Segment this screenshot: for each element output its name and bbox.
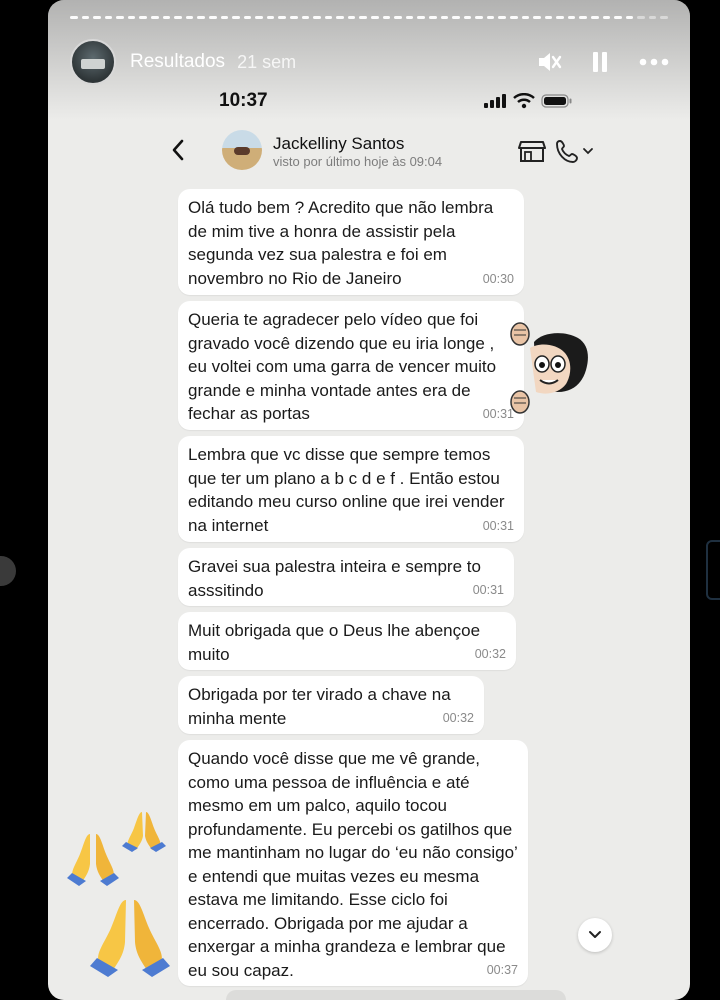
message-text: Gravei sua palestra inteira e sempre to … xyxy=(188,557,481,600)
message-text: Muit obrigada que o Deus lhe abençoe mui… xyxy=(188,621,481,664)
message-time: 00:31 xyxy=(472,582,504,597)
message-text: Quando você disse que me vê grande, como… xyxy=(188,749,518,980)
status-time: 10:37 xyxy=(219,90,268,111)
message-text: Lembra que vc disse que sempre temos que… xyxy=(188,445,505,535)
pause-icon[interactable] xyxy=(590,50,610,74)
message-composer-edge xyxy=(226,990,566,1000)
call-icon[interactable] xyxy=(555,138,595,169)
mute-icon[interactable] xyxy=(536,50,562,74)
story-avatar[interactable] xyxy=(70,39,116,85)
message-time: 00:31 xyxy=(482,518,514,533)
folded-hands-icon xyxy=(122,812,166,852)
story-age: 21 sem xyxy=(237,51,297,72)
message-bubble[interactable]: Gravei sua palestra inteira e sempre to … xyxy=(178,548,514,606)
message-bubble[interactable]: Olá tudo bem ? Acredito que não lembra d… xyxy=(178,189,524,295)
shop-icon[interactable] xyxy=(518,138,546,169)
battery-icon xyxy=(541,94,572,108)
message-time: 00:32 xyxy=(442,710,474,725)
story-header: Resultados 21 sem xyxy=(70,38,670,86)
scroll-down-button[interactable] xyxy=(578,918,612,952)
message-time: 00:37 xyxy=(486,962,518,977)
message-bubble[interactable]: Lembra que vc disse que sempre temos que… xyxy=(178,436,524,542)
folded-hands-icon xyxy=(67,834,119,886)
chevron-down-icon xyxy=(589,931,601,938)
next-story-edge[interactable] xyxy=(706,540,720,600)
message-text: Olá tudo bem ? Acredito que não lembra d… xyxy=(188,198,494,288)
message-time: 00:30 xyxy=(482,271,514,286)
contact-name[interactable]: Jackelliny Santos xyxy=(273,134,404,154)
chat-header: Jackelliny Santos visto por último hoje … xyxy=(48,124,690,184)
story-frame: Resultados 21 sem 10:37 Jackelliny Santo… xyxy=(48,0,690,1000)
message-bubble[interactable]: Quando você disse que me vê grande, como… xyxy=(178,740,528,986)
signal-icon xyxy=(484,94,506,108)
story-progress xyxy=(70,16,669,19)
more-icon[interactable] xyxy=(638,57,670,67)
peeking-face-sticker xyxy=(510,322,588,414)
back-icon[interactable] xyxy=(170,138,186,167)
message-bubble[interactable]: Muit obrigada que o Deus lhe abençoe mui… xyxy=(178,612,516,670)
message-text: Queria te agradecer pelo vídeo que foi g… xyxy=(188,310,497,423)
message-bubble[interactable]: Queria te agradecer pelo vídeo que foi g… xyxy=(178,301,524,430)
story-title[interactable]: Resultados xyxy=(130,51,225,73)
message-bubble[interactable]: Obrigada por ter virado a chave na minha… xyxy=(178,676,484,734)
contact-avatar[interactable] xyxy=(222,130,262,170)
status-icons xyxy=(483,93,573,109)
previous-story-button[interactable] xyxy=(0,556,16,586)
wifi-icon xyxy=(513,93,535,109)
message-text: Obrigada por ter virado a chave na minha… xyxy=(188,685,451,728)
contact-status: visto por último hoje às 09:04 xyxy=(273,154,443,169)
story-controls xyxy=(536,50,670,74)
folded-hands-icon xyxy=(90,900,170,977)
message-time: 00:32 xyxy=(474,646,506,661)
